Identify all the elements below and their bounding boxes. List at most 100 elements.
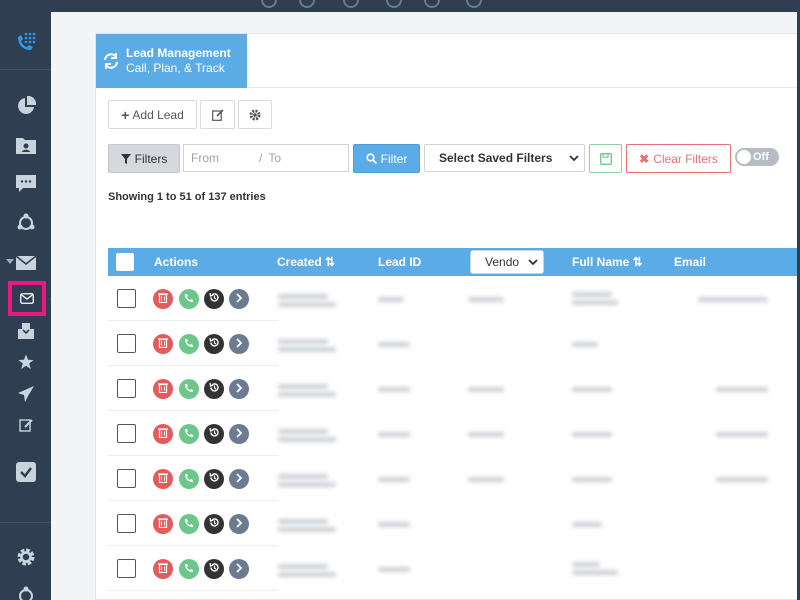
row-checkbox[interactable] — [117, 424, 136, 443]
top-bar — [51, 0, 800, 12]
open-lead-button[interactable] — [229, 559, 249, 579]
star-icon[interactable] — [0, 348, 51, 376]
redacted-cell — [278, 482, 336, 487]
vendor-column-select[interactable]: Vendo — [470, 250, 544, 274]
to-placeholder: To — [268, 151, 282, 165]
filters-label: Filters — [134, 151, 168, 166]
chevron-right-icon — [235, 470, 243, 488]
page-header: Lead Management Call, Plan, & Track — [96, 34, 247, 88]
chevron-down-icon — [569, 155, 579, 162]
top-dot — [424, 0, 440, 8]
top-dot — [466, 0, 482, 8]
clear-filters-button[interactable]: ✖ Clear Filters — [626, 144, 731, 173]
call-lead-button[interactable] — [179, 469, 199, 489]
redacted-cell — [278, 527, 336, 532]
toggle-switch[interactable]: Off — [735, 148, 779, 166]
row-checkbox[interactable] — [117, 334, 136, 353]
column-full-name[interactable]: Full Name ⇅ — [572, 248, 643, 276]
toggle-label: Off — [753, 151, 769, 163]
delete-lead-button[interactable] — [153, 289, 173, 309]
history-icon — [208, 560, 220, 578]
history-button[interactable] — [204, 514, 224, 534]
open-lead-button[interactable] — [229, 514, 249, 534]
phone-icon — [184, 560, 194, 578]
delete-lead-button[interactable] — [153, 334, 173, 354]
open-lead-button[interactable] — [229, 289, 249, 309]
chat-bubble-icon[interactable] — [0, 170, 51, 198]
redacted-cell — [378, 342, 410, 347]
settings-button[interactable] — [238, 100, 272, 129]
save-filter-button[interactable] — [589, 144, 622, 173]
email-inbox-icon[interactable] — [8, 281, 46, 316]
trash-icon — [158, 515, 168, 533]
redacted-cell — [378, 522, 410, 527]
trash-icon — [158, 425, 168, 443]
delete-lead-button[interactable] — [153, 559, 173, 579]
call-lead-button[interactable] — [179, 424, 199, 444]
history-button[interactable] — [204, 334, 224, 354]
select-all-checkbox[interactable] — [116, 253, 134, 271]
delete-lead-button[interactable] — [153, 469, 173, 489]
floppy-save-icon — [599, 152, 612, 165]
trash-icon — [158, 290, 168, 308]
redacted-cell — [716, 432, 768, 437]
redacted-cell — [278, 564, 328, 569]
gear-icon[interactable] — [0, 543, 51, 571]
row-checkbox[interactable] — [117, 559, 136, 578]
envelope-menu-icon[interactable] — [0, 249, 51, 277]
open-lead-button[interactable] — [229, 424, 249, 444]
edit-note-icon[interactable] — [0, 411, 51, 439]
header-divider — [247, 87, 800, 88]
row-checkbox[interactable] — [117, 379, 136, 398]
redacted-cell — [278, 572, 336, 577]
saved-filters-select[interactable]: Select Saved Filters — [424, 144, 585, 172]
row-checkbox[interactable] — [117, 289, 136, 308]
history-button[interactable] — [204, 424, 224, 444]
redacted-cell — [278, 474, 328, 479]
column-lead-id[interactable]: Lead ID — [378, 248, 421, 276]
row-checkbox[interactable] — [117, 514, 136, 533]
pie-chart-icon[interactable] — [0, 92, 51, 120]
send-paper-plane-icon[interactable] — [0, 380, 51, 408]
redacted-cell — [468, 432, 504, 437]
date-range-input[interactable]: From / To — [183, 144, 349, 172]
call-lead-button[interactable] — [179, 514, 199, 534]
open-lead-button[interactable] — [229, 469, 249, 489]
filters-button[interactable]: Filters — [108, 144, 180, 173]
funnel-icon — [120, 153, 131, 164]
sidebar — [0, 0, 51, 600]
filter-button[interactable]: Filter — [353, 144, 420, 173]
integrations-bottom-icon[interactable] — [0, 582, 51, 600]
open-lead-button[interactable] — [229, 334, 249, 354]
history-button[interactable] — [204, 469, 224, 489]
column-email[interactable]: Email — [674, 248, 706, 276]
call-lead-button[interactable] — [179, 379, 199, 399]
call-lead-button[interactable] — [179, 334, 199, 354]
history-button[interactable] — [204, 559, 224, 579]
delete-lead-button[interactable] — [153, 424, 173, 444]
edit-button[interactable] — [200, 100, 235, 129]
open-lead-button[interactable] — [229, 379, 249, 399]
delete-lead-button[interactable] — [153, 514, 173, 534]
row-checkbox[interactable] — [117, 469, 136, 488]
redacted-cell — [572, 522, 602, 527]
call-lead-button[interactable] — [179, 289, 199, 309]
table-row — [108, 411, 800, 456]
history-icon — [208, 290, 220, 308]
page-title: Lead Management — [126, 46, 231, 60]
call-lead-button[interactable] — [179, 559, 199, 579]
delete-lead-button[interactable] — [153, 379, 173, 399]
add-lead-button[interactable]: + Add Lead — [108, 100, 197, 129]
history-button[interactable] — [204, 379, 224, 399]
redacted-cell — [278, 384, 328, 389]
integrations-icon[interactable] — [0, 209, 51, 237]
history-button[interactable] — [204, 289, 224, 309]
redacted-cell — [378, 387, 410, 392]
column-created[interactable]: Created ⇅ — [277, 248, 335, 276]
checkbox-task-icon[interactable] — [0, 458, 51, 486]
contacts-folder-icon[interactable] — [0, 131, 51, 159]
inbox-download-icon[interactable] — [0, 317, 51, 345]
phone-keypad-logo-icon[interactable] — [0, 28, 51, 56]
redacted-cell — [716, 477, 768, 482]
search-icon — [366, 153, 377, 164]
